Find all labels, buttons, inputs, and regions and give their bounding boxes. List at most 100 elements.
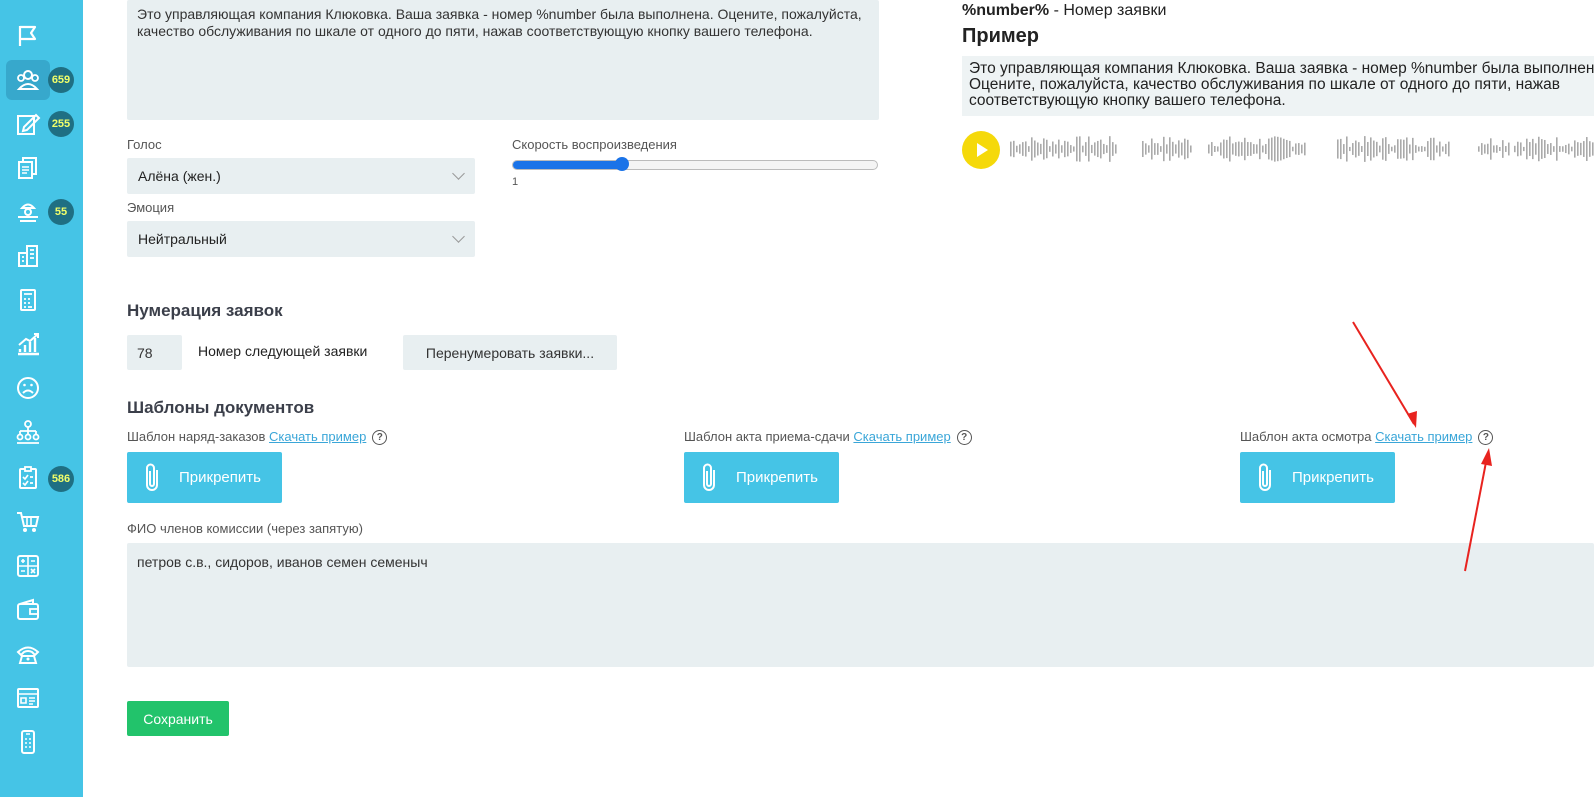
waveform-bar — [1262, 145, 1264, 153]
waveform-bar — [1487, 143, 1489, 155]
message-textarea[interactable]: Это управляющая компания Клюковка. Ваша … — [127, 0, 879, 120]
waveform-bar — [1028, 146, 1030, 152]
waveform-bar — [1232, 143, 1234, 155]
waveform-bar — [1349, 146, 1351, 152]
waveform-bar — [1298, 143, 1300, 155]
sidebar-item-chart[interactable] — [6, 324, 50, 364]
waveform-bar — [1022, 142, 1024, 156]
sidebar-item-worker[interactable] — [6, 192, 50, 232]
waveform-bar — [1481, 143, 1483, 155]
waveform-bar — [1301, 144, 1303, 154]
sidebar-item-documents[interactable] — [6, 148, 50, 188]
waveform-bar — [1379, 145, 1381, 153]
waveform-bar — [1391, 146, 1393, 152]
waveform-bar — [1337, 139, 1339, 159]
waveform-bar — [1037, 142, 1039, 156]
download-example-link[interactable]: Скачать пример — [269, 429, 366, 444]
waveform-bar — [1394, 145, 1396, 153]
voice-select[interactable]: Алёна (жен.) — [127, 158, 475, 194]
emotion-select[interactable]: Нейтральный — [127, 221, 475, 257]
waveform[interactable] — [1010, 130, 1594, 170]
waveform-bar — [1532, 138, 1534, 160]
sidebar-item-users[interactable] — [6, 60, 50, 100]
sidebar-item-mobile[interactable] — [6, 722, 50, 762]
waveform-bar — [1169, 137, 1171, 161]
waveform-bar — [1277, 136, 1279, 162]
calc-grid-icon — [17, 555, 39, 577]
waveform-bar — [1361, 146, 1363, 152]
download-example-link[interactable]: Скачать пример — [853, 429, 950, 444]
sidebar-item-edit[interactable] — [6, 104, 50, 144]
waveform-bar — [1256, 144, 1258, 154]
download-example-link[interactable]: Скачать пример — [1375, 429, 1472, 444]
attach-button[interactable]: Прикрепить — [1240, 452, 1395, 503]
waveform-bar — [1340, 138, 1342, 160]
waveform-bar — [1295, 143, 1297, 155]
waveform-bar — [1073, 146, 1075, 152]
speed-slider-thumb[interactable] — [615, 157, 630, 171]
waveform-bar — [1478, 146, 1480, 152]
waveform-bar — [1175, 144, 1177, 154]
sidebar-item-calculator[interactable] — [6, 280, 50, 320]
sidebar-item-wallet[interactable] — [6, 590, 50, 630]
template-inspection: Шаблон акта осмотра Скачать пример? — [1240, 429, 1494, 446]
sidebar-item-calc-grid[interactable] — [6, 546, 50, 586]
sidebar-item-structure[interactable] — [6, 412, 50, 452]
waveform-bar — [1064, 140, 1066, 158]
help-icon[interactable]: ? — [1478, 430, 1494, 446]
speed-slider-fill — [513, 161, 623, 169]
next-number-input[interactable]: 78 — [127, 335, 182, 370]
attach-button[interactable]: Прикрепить — [684, 452, 839, 503]
next-number-label: Номер следующей заявки — [198, 343, 368, 359]
waveform-bar — [1229, 136, 1231, 162]
waveform-bar — [1292, 146, 1294, 152]
waveform-bar — [1496, 145, 1498, 153]
waveform-bar — [1109, 136, 1111, 162]
window-icon — [17, 688, 39, 708]
waveform-bar — [1370, 137, 1372, 161]
waveform-bar — [1559, 146, 1561, 152]
waveform-bar — [1421, 146, 1423, 152]
waveform-bar — [1088, 136, 1090, 162]
play-button[interactable] — [962, 131, 1000, 169]
waveform-bar — [1091, 144, 1093, 154]
save-button[interactable]: Сохранить — [127, 701, 229, 736]
waveform-bar — [1067, 141, 1069, 157]
waveform-bar — [1274, 136, 1276, 162]
waveform-bar — [1190, 145, 1192, 153]
waveform-bar — [1082, 145, 1084, 153]
waveform-bar — [1223, 139, 1225, 159]
waveform-bar — [1253, 144, 1255, 154]
waveform-bar — [1181, 142, 1183, 156]
renumber-button[interactable]: Перенумеровать заявки... — [403, 335, 617, 370]
sidebar-item-tasks[interactable] — [6, 458, 50, 498]
waveform-bar — [1052, 141, 1054, 157]
waveform-bar — [1448, 141, 1450, 157]
sidebar-item-complaints[interactable] — [6, 368, 50, 408]
sidebar-item-cart[interactable] — [6, 502, 50, 542]
help-icon[interactable]: ? — [956, 430, 972, 446]
waveform-bar — [1079, 136, 1081, 162]
waveform-bar — [1280, 137, 1282, 161]
sidebar-item-building[interactable] — [6, 236, 50, 276]
waveform-bar — [1439, 141, 1441, 157]
voice-value: Алёна (жен.) — [138, 168, 221, 184]
speed-slider-track[interactable] — [512, 157, 878, 171]
waveform-bar — [1526, 138, 1528, 160]
waveform-bar — [1115, 144, 1117, 154]
sidebar-item-flag[interactable] — [6, 16, 50, 56]
commission-textarea[interactable]: петров с.в., сидоров, иванов семен семен… — [127, 543, 1594, 667]
variable-name: %number% — [962, 2, 1050, 19]
waveform-bar — [1106, 145, 1108, 153]
sidebar-item-window[interactable] — [6, 678, 50, 718]
attach-label: Прикрепить — [179, 469, 261, 486]
help-icon[interactable]: ? — [372, 430, 388, 446]
waveform-bar — [1166, 144, 1168, 154]
attach-button[interactable]: Прикрепить — [127, 452, 282, 503]
sidebar-item-phone[interactable] — [6, 634, 50, 674]
badge-tasks: 586 — [48, 466, 74, 492]
waveform-bar — [1031, 137, 1033, 161]
waveform-bar — [1427, 141, 1429, 157]
waveform-bar — [1112, 142, 1114, 156]
preview-text: Это управляющая компания Клюковка. Ваша … — [969, 60, 1594, 109]
